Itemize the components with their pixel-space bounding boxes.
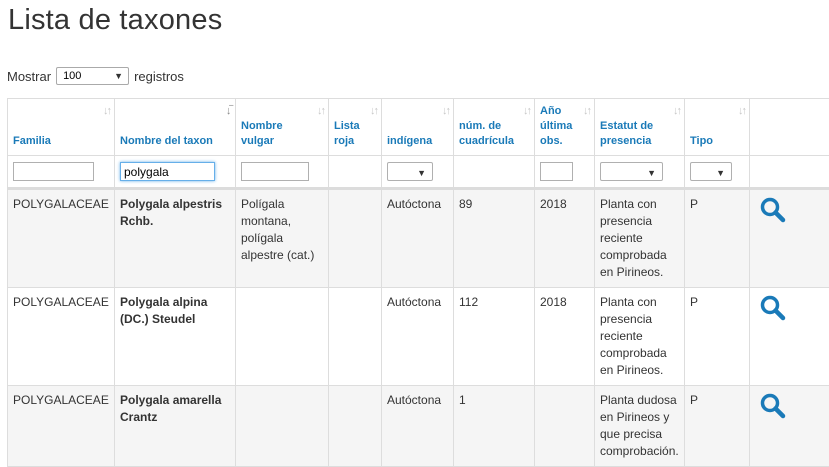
- cell-anio: 2018: [535, 189, 595, 288]
- sort-icon: ↓↑: [583, 104, 590, 119]
- cell-vulgar: Polígala montana, polígala alpestre (cat…: [236, 189, 329, 288]
- length-menu: Mostrar 100 ▼ registros: [7, 66, 184, 86]
- header-row: ↓↑ Familia ↓‾ Nombre del taxon ↓↑ Nombre vu…: [8, 99, 829, 156]
- cell-tipo: P: [685, 189, 750, 288]
- cell-lista-roja: [329, 288, 382, 386]
- sort-asc-icon: ↓‾: [226, 104, 231, 119]
- filter-cell: ▼: [595, 156, 685, 189]
- sort-icon: ↓↑: [370, 104, 377, 119]
- col-header-vulgar[interactable]: ↓↑ Nombre vulgar: [236, 99, 329, 156]
- col-header-cuadricula[interactable]: ↓↑ núm. de cuadrícula: [454, 99, 535, 156]
- filter-cell: [236, 156, 329, 189]
- search-icon[interactable]: [759, 392, 787, 420]
- cell-taxon: Polygala alpina (DC.) Steudel: [115, 288, 236, 386]
- col-header-label: indígena: [387, 135, 432, 147]
- length-select[interactable]: 100 ▼: [56, 67, 129, 85]
- col-header-label: Lista roja: [334, 120, 360, 147]
- col-header-familia[interactable]: ↓↑ Familia: [8, 99, 115, 156]
- filter-cell: ▼: [685, 156, 750, 189]
- page-title: Lista de taxones: [8, 4, 222, 37]
- filter-cell: [329, 156, 382, 189]
- col-header-tipo[interactable]: ↓↑ Tipo: [685, 99, 750, 156]
- sort-icon: ↓↑: [442, 104, 449, 119]
- table-row: POLYGALACEAE Polygala alpestris Rchb. Po…: [8, 189, 829, 288]
- table-row: POLYGALACEAE Polygala amarella Crantz Au…: [8, 386, 829, 467]
- cell-action: [750, 189, 829, 288]
- sort-icon: ↓↑: [738, 104, 745, 119]
- cell-indigena: Autóctona: [382, 189, 454, 288]
- col-header-indigena[interactable]: ↓↑ indígena: [382, 99, 454, 156]
- sort-icon: ↓↑: [523, 104, 530, 119]
- col-header-label: Nombre vulgar: [241, 120, 283, 147]
- filter-indigena-select[interactable]: ▼: [387, 162, 433, 181]
- col-header-label: núm. de cuadrícula: [459, 120, 514, 147]
- length-records-label: registros: [134, 69, 184, 84]
- cell-cuadricula: 1: [454, 386, 535, 467]
- search-icon[interactable]: [759, 196, 787, 224]
- cell-estatut: Planta con presencia reciente comprobada…: [595, 288, 685, 386]
- chevron-down-icon: ▼: [647, 165, 656, 182]
- col-header-label: Estatut de presencia: [600, 120, 653, 147]
- filter-cell: [750, 156, 829, 189]
- filter-cell: [115, 156, 236, 189]
- cell-indigena: Autóctona: [382, 386, 454, 467]
- cell-anio: 2018: [535, 288, 595, 386]
- filter-tipo-select[interactable]: ▼: [690, 162, 732, 181]
- sort-icon: ↓↑: [673, 104, 680, 119]
- col-header-label: Nombre del taxon: [120, 135, 213, 147]
- page: Lista de taxones Mostrar 100 ▼ registros…: [0, 0, 829, 462]
- col-header-anio[interactable]: ↓↑ Año última obs.: [535, 99, 595, 156]
- filter-cell: [454, 156, 535, 189]
- cell-lista-roja: [329, 386, 382, 467]
- filter-row: ▼ ▼ ▼: [8, 156, 829, 189]
- cell-estatut: Planta con presencia reciente comprobada…: [595, 189, 685, 288]
- cell-familia: POLYGALACEAE: [8, 386, 115, 467]
- chevron-down-icon: ▼: [114, 68, 123, 84]
- col-header-taxon[interactable]: ↓‾ Nombre del taxon: [115, 99, 236, 156]
- cell-familia: POLYGALACEAE: [8, 189, 115, 288]
- cell-estatut: Planta dudosa en Pirineos y que precisa …: [595, 386, 685, 467]
- chevron-down-icon: ▼: [716, 165, 725, 182]
- filter-taxon-input[interactable]: [120, 162, 215, 181]
- filter-familia-input[interactable]: [13, 162, 94, 181]
- chevron-down-icon: ▼: [417, 165, 426, 182]
- cell-action: [750, 386, 829, 467]
- col-header-lista-roja[interactable]: ↓↑ Lista roja: [329, 99, 382, 156]
- col-header-label: Tipo: [690, 135, 713, 147]
- length-show-label: Mostrar: [7, 69, 51, 84]
- cell-indigena: Autóctona: [382, 288, 454, 386]
- cell-cuadricula: 89: [454, 189, 535, 288]
- search-icon[interactable]: [759, 294, 787, 322]
- col-header-label: Familia: [13, 135, 51, 147]
- cell-taxon: Polygala alpestris Rchb.: [115, 189, 236, 288]
- filter-vulgar-input[interactable]: [241, 162, 309, 181]
- cell-tipo: P: [685, 386, 750, 467]
- cell-action: [750, 288, 829, 386]
- filter-estatut-select[interactable]: ▼: [600, 162, 663, 181]
- cell-tipo: P: [685, 288, 750, 386]
- cell-taxon: Polygala amarella Crantz: [115, 386, 236, 467]
- cell-cuadricula: 112: [454, 288, 535, 386]
- sort-icon: ↓↑: [317, 104, 324, 119]
- filter-cell: [8, 156, 115, 189]
- col-header-label: Año última obs.: [540, 105, 572, 147]
- cell-anio: [535, 386, 595, 467]
- filter-cell: [535, 156, 595, 189]
- taxa-table: ↓↑ Familia ↓‾ Nombre del taxon ↓↑ Nombre vu…: [7, 98, 829, 467]
- col-header-action: [750, 99, 829, 156]
- cell-vulgar: [236, 288, 329, 386]
- table-row: POLYGALACEAE Polygala alpina (DC.) Steud…: [8, 288, 829, 386]
- filter-cell: ▼: [382, 156, 454, 189]
- filter-anio-input[interactable]: [540, 162, 573, 181]
- col-header-estatut[interactable]: ↓↑ Estatut de presencia: [595, 99, 685, 156]
- length-select-value: 100: [63, 70, 81, 82]
- cell-vulgar: [236, 386, 329, 467]
- cell-familia: POLYGALACEAE: [8, 288, 115, 386]
- sort-icon: ↓↑: [103, 104, 110, 119]
- cell-lista-roja: [329, 189, 382, 288]
